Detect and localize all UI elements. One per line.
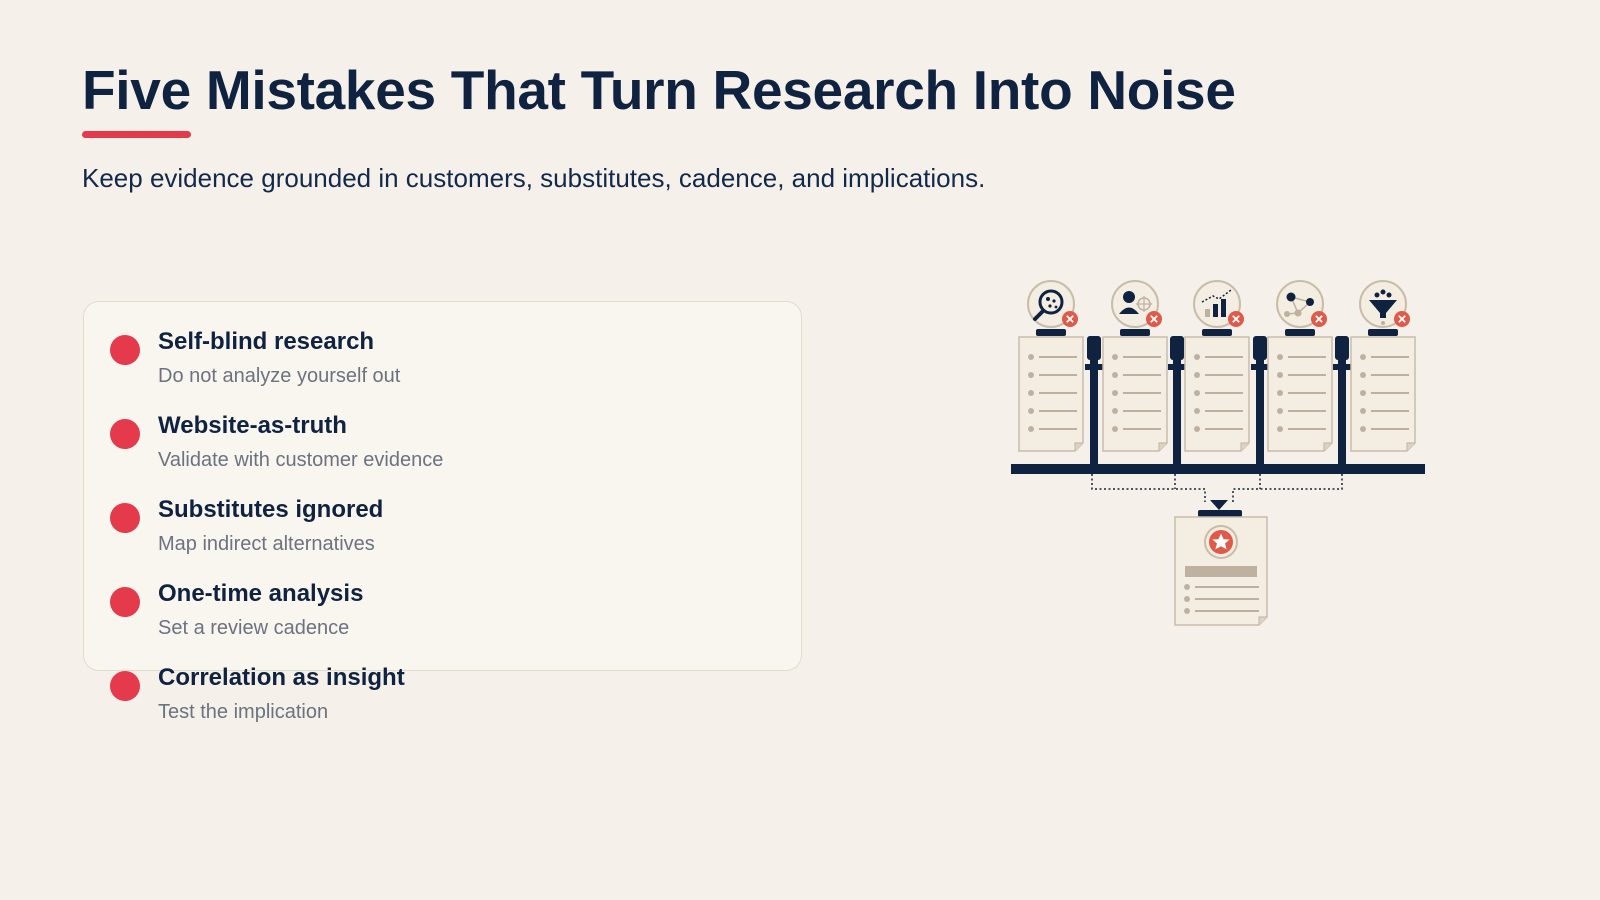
bullet-dot bbox=[110, 671, 140, 701]
mistake-title: One-time analysis bbox=[158, 580, 364, 607]
doc-2 bbox=[1102, 329, 1168, 452]
mistake-description: Test the implication bbox=[158, 701, 329, 723]
arrow-down-icon bbox=[1210, 500, 1228, 510]
network-nodes-icon bbox=[1276, 280, 1328, 328]
mistake-description: Validate with customer evidence bbox=[158, 449, 444, 471]
magnifier-dots-icon bbox=[1027, 280, 1079, 328]
person-target-icon bbox=[1111, 280, 1163, 328]
bullet-dot bbox=[110, 335, 140, 365]
doc-1 bbox=[1018, 329, 1084, 452]
dotted-connectors bbox=[1091, 474, 1343, 502]
shelf-bar bbox=[1011, 464, 1425, 474]
mistake-title: Website-as-truth bbox=[158, 412, 347, 439]
page-subtitle: Keep evidence grounded in customers, sub… bbox=[82, 163, 986, 193]
list-item: Website-as-truth Validate with customer … bbox=[108, 412, 708, 482]
summary-document bbox=[1174, 510, 1268, 626]
list-item: Self-blind research Do not analyze yours… bbox=[108, 328, 708, 398]
list-item: Substitutes ignored Map indirect alterna… bbox=[108, 496, 708, 566]
list-item: One-time analysis Set a review cadence bbox=[108, 580, 708, 650]
mistake-title: Substitutes ignored bbox=[158, 496, 384, 523]
bar-chart-trend-icon bbox=[1193, 280, 1245, 328]
doc-5 bbox=[1350, 329, 1416, 452]
funnel-icon bbox=[1359, 280, 1411, 328]
bullet-dot bbox=[110, 587, 140, 617]
bullet-dot bbox=[110, 503, 140, 533]
list-item: Correlation as insight Test the implicat… bbox=[108, 664, 708, 734]
research-documents-illustration bbox=[1011, 280, 1425, 626]
title-underline bbox=[82, 131, 191, 138]
mistake-description: Set a review cadence bbox=[158, 617, 350, 639]
mistake-title: Correlation as insight bbox=[158, 664, 405, 691]
mistake-title: Self-blind research bbox=[158, 328, 375, 355]
bullet-dot bbox=[110, 419, 140, 449]
mistake-description: Map indirect alternatives bbox=[158, 533, 375, 555]
doc-4 bbox=[1267, 329, 1333, 452]
doc-3 bbox=[1184, 329, 1250, 452]
slide: Five Mistakes That Turn Research Into No… bbox=[0, 0, 1600, 900]
mistake-description: Do not analyze yourself out bbox=[158, 365, 401, 387]
page-title: Five Mistakes That Turn Research Into No… bbox=[82, 59, 1236, 121]
